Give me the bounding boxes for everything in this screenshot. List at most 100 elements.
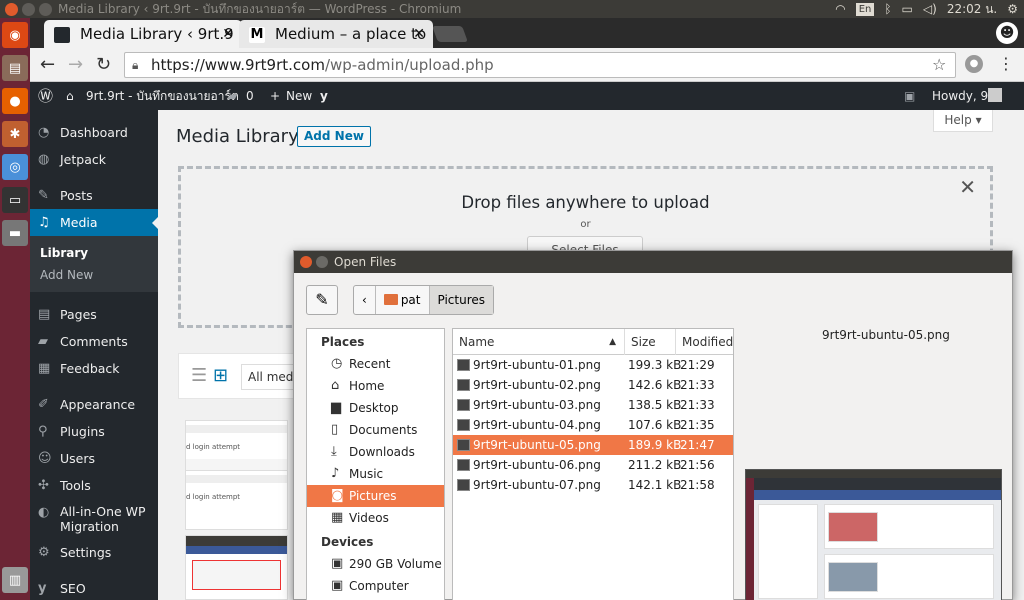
dash-icon[interactable]: ◉ <box>2 22 28 48</box>
close-tab-icon[interactable]: ✕ <box>413 20 425 48</box>
menu-dashboard[interactable]: ◔ Dashboard <box>30 119 158 146</box>
dialog-title: Open Files <box>334 255 397 269</box>
comment-count[interactable]: 0 <box>246 82 254 110</box>
clock[interactable]: 22:02 น. <box>947 0 997 18</box>
volume-icon[interactable]: ◁) <box>923 0 937 18</box>
column-name-header[interactable]: Name ▲ <box>453 329 625 355</box>
file-row[interactable]: 9rt9rt-ubuntu-06.png 211.2 kB 21:56 <box>453 455 733 475</box>
menu-media[interactable]: ♫ Media <box>30 209 158 236</box>
drive-icon: ▣ <box>331 556 344 571</box>
file-row-selected[interactable]: 9rt9rt-ubuntu-05.png 189.9 kB 21:47 <box>453 435 733 455</box>
power-gear-icon[interactable]: ⚙ <box>1007 0 1018 18</box>
media-thumbnail[interactable]: d login attempt <box>185 470 288 530</box>
path-scroll-left-button[interactable]: ‹ <box>354 286 376 314</box>
grid-view-icon[interactable]: ⊞ <box>213 365 228 386</box>
site-name-link[interactable]: 9rt.9rt - บันทึกของนายอาร์ต <box>86 82 239 110</box>
media-type-select[interactable]: All media items <box>241 364 301 390</box>
extension-icon[interactable]: ● <box>965 55 983 73</box>
user-avatar[interactable] <box>988 88 1002 102</box>
home-icon: ⌂ <box>331 378 340 393</box>
window-minimize-button[interactable] <box>22 3 35 16</box>
place-videos[interactable]: ▦ Videos <box>307 507 444 529</box>
place-label: Pictures <box>349 489 397 503</box>
menu-appearance[interactable]: ✐ Appearance <box>30 391 158 418</box>
forward-arrow-icon[interactable]: → <box>68 54 83 75</box>
drive-icon[interactable]: ▬ <box>2 220 28 246</box>
place-recent[interactable]: ◷ Recent <box>307 353 444 375</box>
new-tab-button[interactable] <box>432 26 468 42</box>
submenu-library[interactable]: Library <box>40 242 158 264</box>
window-close-button[interactable] <box>5 3 18 16</box>
keyboard-layout-indicator[interactable]: En <box>855 2 875 16</box>
menu-comments[interactable]: ▰ Comments <box>30 328 158 355</box>
place-home[interactable]: ⌂ Home <box>307 375 444 397</box>
menu-all-in-one-migration[interactable]: ◐ All-in-One WP Migration <box>30 499 158 539</box>
place-music[interactable]: ♪ Music <box>307 463 444 485</box>
wordpress-favicon-icon <box>54 27 70 43</box>
menu-feedback[interactable]: ▦ Feedback <box>30 355 158 382</box>
menu-settings[interactable]: ⚙ Settings <box>30 539 158 566</box>
plus-icon[interactable]: + <box>270 82 280 110</box>
menu-seo[interactable]: y SEO <box>30 575 158 600</box>
menu-users[interactable]: ☺ Users <box>30 445 158 472</box>
submenu-add-new[interactable]: Add New <box>40 264 158 286</box>
tab-medium[interactable]: M Medium – a place to ✕ <box>239 20 433 48</box>
menu-tools[interactable]: ✣ Tools <box>30 472 158 499</box>
back-arrow-icon[interactable]: ← <box>40 54 55 75</box>
profile-icon[interactable]: ☻ <box>996 22 1018 44</box>
menu-jetpack[interactable]: ◍ Jetpack <box>30 146 158 173</box>
address-bar[interactable]: 🔒︎ https://www.9rt9rt.com/wp-admin/uploa… <box>124 52 956 78</box>
terminal-icon[interactable]: ▭ <box>2 187 28 213</box>
file-row[interactable]: 9rt9rt-ubuntu-01.png 199.3 kB 21:29 <box>453 355 733 375</box>
files-icon[interactable]: ▤ <box>2 55 28 81</box>
path-crumb-home[interactable]: pat <box>376 286 430 314</box>
device-computer[interactable]: ▣ Computer <box>307 575 444 597</box>
add-new-button[interactable]: Add New <box>297 126 371 147</box>
comment-bubble-icon[interactable]: ▰ <box>228 82 237 110</box>
place-downloads[interactable]: ⤓ Downloads <box>307 441 444 463</box>
file-row[interactable]: 9rt9rt-ubuntu-03.png 138.5 kB 21:33 <box>453 395 733 415</box>
menu-plugins[interactable]: ⚲ Plugins <box>30 418 158 445</box>
menu-posts[interactable]: ✎ Posts <box>30 182 158 209</box>
new-content-link[interactable]: New <box>286 82 312 110</box>
home-icon[interactable]: ⌂ <box>66 82 74 110</box>
place-label: Music <box>349 467 384 481</box>
place-documents[interactable]: ▯ Documents <box>307 419 444 441</box>
menu-label: Plugins <box>60 424 105 439</box>
path-crumb-pictures[interactable]: Pictures <box>429 286 494 314</box>
lock-icon[interactable]: 🔒︎ <box>132 53 138 77</box>
chromium-icon[interactable]: ◎ <box>2 154 28 180</box>
dialog-close-button[interactable] <box>300 256 312 268</box>
wordpress-logo-icon[interactable]: Ⓦ <box>38 82 53 110</box>
media-thumbnail[interactable] <box>185 535 288 600</box>
column-modified-header[interactable]: Modified <box>676 329 733 355</box>
trash-icon[interactable]: ▥ <box>2 567 28 593</box>
column-size-header[interactable]: Size <box>625 329 676 355</box>
firefox-icon[interactable]: ● <box>2 88 28 114</box>
window-maximize-button[interactable] <box>39 3 52 16</box>
device-volume[interactable]: ▣ 290 GB Volume <box>307 553 444 575</box>
menu-kebab-icon[interactable]: ⋮ <box>998 54 1014 73</box>
wifi-icon[interactable]: ◠ <box>835 0 845 18</box>
dialog-minimize-button[interactable] <box>316 256 328 268</box>
close-tab-icon[interactable]: ✕ <box>222 20 234 48</box>
list-view-icon[interactable]: ☰ <box>191 365 207 386</box>
tab-media-library[interactable]: Media Library ‹ 9rt.9 ✕ <box>44 20 242 48</box>
bluetooth-icon[interactable]: ᛒ <box>884 0 891 18</box>
file-size: 138.5 kB <box>628 398 682 412</box>
file-row[interactable]: 9rt9rt-ubuntu-04.png 107.6 kB 21:35 <box>453 415 733 435</box>
reload-icon[interactable]: ↻ <box>96 54 111 75</box>
battery-icon[interactable]: ▭ <box>902 0 913 18</box>
menu-pages[interactable]: ▤ Pages <box>30 301 158 328</box>
file-row[interactable]: 9rt9rt-ubuntu-07.png 142.1 kB 21:58 <box>453 475 733 495</box>
place-pictures[interactable]: ◙ Pictures <box>307 485 444 507</box>
home-folder-icon <box>383 294 398 305</box>
file-row[interactable]: 9rt9rt-ubuntu-02.png 142.6 kB 21:33 <box>453 375 733 395</box>
place-desktop[interactable]: ▆ Desktop <box>307 397 444 419</box>
yoast-icon[interactable]: y <box>320 82 328 110</box>
settings-icon[interactable]: ✱ <box>2 121 28 147</box>
help-tab-button[interactable]: Help ▾ <box>933 110 993 132</box>
bookmark-star-icon[interactable]: ☆ <box>932 55 946 74</box>
notifications-icon[interactable]: ▣ <box>904 82 915 110</box>
type-location-button[interactable]: ✎ <box>306 285 338 315</box>
